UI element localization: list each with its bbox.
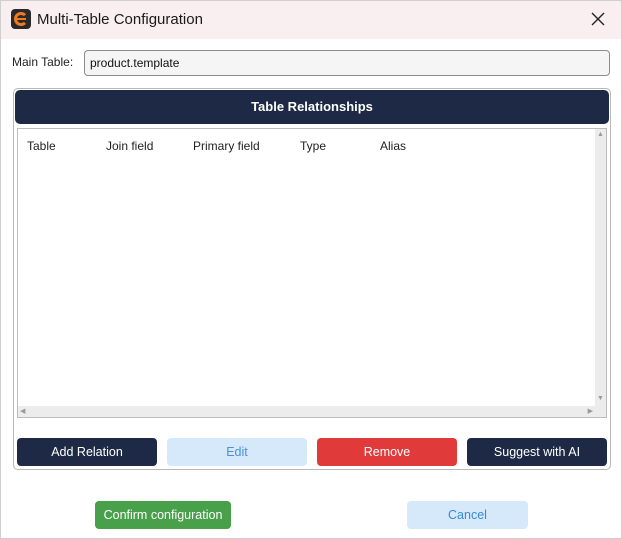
confirm-configuration-button[interactable]: Confirm configuration xyxy=(95,501,231,529)
column-header-type[interactable]: Type xyxy=(300,139,326,153)
close-button[interactable] xyxy=(583,5,613,35)
column-header-alias[interactable]: Alias xyxy=(380,139,406,153)
dialog-window: Multi-Table Configuration Main Table: Ta… xyxy=(0,0,622,539)
title-bar: Multi-Table Configuration xyxy=(1,1,621,39)
column-header-table[interactable]: Table xyxy=(27,139,56,153)
remove-button[interactable]: Remove xyxy=(317,438,457,466)
add-relation-button[interactable]: Add Relation xyxy=(17,438,157,466)
scroll-right-icon[interactable]: ▶ xyxy=(588,408,593,416)
vertical-scrollbar[interactable]: ▲ ▼ xyxy=(595,129,606,417)
close-icon xyxy=(591,12,605,26)
relationships-header: Table Relationships xyxy=(15,90,609,124)
column-header-join-field[interactable]: Join field xyxy=(106,139,153,153)
edit-button[interactable]: Edit xyxy=(167,438,307,466)
relationships-group: Table Relationships Table Join field Pri… xyxy=(13,88,611,470)
relationships-table[interactable]: Table Join field Primary field Type Alia… xyxy=(17,128,607,418)
suggest-with-ai-button[interactable]: Suggest with AI xyxy=(467,438,607,466)
window-title: Multi-Table Configuration xyxy=(37,11,203,28)
main-table-label: Main Table: xyxy=(12,55,74,69)
main-table-input[interactable] xyxy=(84,50,610,76)
app-logo-icon xyxy=(11,9,31,29)
column-header-primary-field[interactable]: Primary field xyxy=(193,139,260,153)
scroll-up-icon[interactable]: ▲ xyxy=(597,131,604,139)
scroll-left-icon[interactable]: ◀ xyxy=(20,408,25,416)
scroll-down-icon[interactable]: ▼ xyxy=(597,395,604,403)
horizontal-scrollbar[interactable]: ◀ ▶ xyxy=(18,406,595,417)
table-header-row: Table Join field Primary field Type Alia… xyxy=(18,139,588,155)
cancel-button[interactable]: Cancel xyxy=(407,501,528,529)
